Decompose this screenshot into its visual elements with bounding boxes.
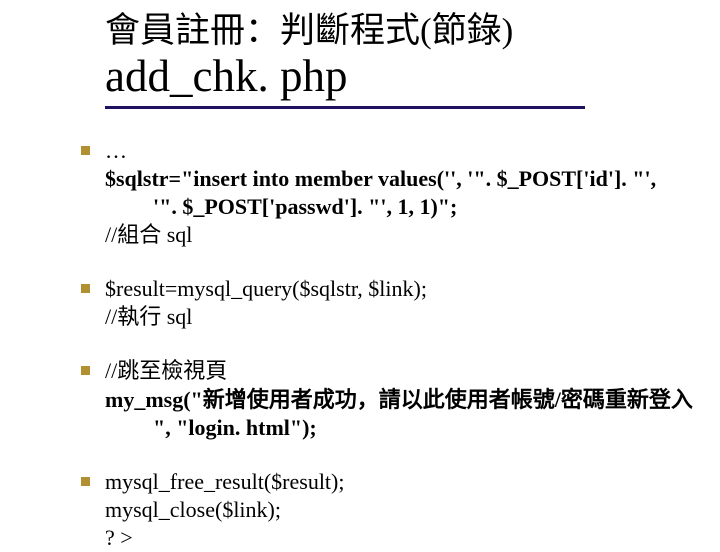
- block-mymsg: //跳至檢視頁 my_msg("新增使用者成功，請以此使用者帳號/密碼重新登入 …: [105, 357, 720, 441]
- title-line1: 會員註冊：判斷程式(節錄): [105, 10, 720, 52]
- block-cleanup: mysql_free_result($result); mysql_close(…: [105, 468, 720, 552]
- slide: 會員註冊：判斷程式(節錄) add_chk. php … $sqlstr="in…: [0, 0, 720, 540]
- sql-assign-line2: '". $_POST['passwd']. "', 1, 1)";: [105, 193, 720, 221]
- ellipsis: …: [105, 137, 127, 165]
- jump-comment: //跳至檢視頁: [105, 357, 227, 385]
- mymsg-line2: ", "login. html");: [105, 414, 720, 442]
- bullet-icon: [81, 366, 90, 375]
- bullet-icon: [81, 477, 90, 486]
- block-sql: … $sqlstr="insert into member values('',…: [105, 137, 720, 250]
- php-end-tag: ? >: [105, 524, 720, 552]
- result-comment: //執行 sql: [105, 303, 720, 331]
- bullet-icon: [81, 146, 90, 155]
- title-block: 會員註冊：判斷程式(節錄) add_chk. php: [105, 0, 720, 109]
- sql-assign-line1: $sqlstr="insert into member values('', '…: [105, 165, 720, 193]
- bullet-icon: [81, 284, 90, 293]
- sql-comment: //組合 sql: [105, 221, 720, 249]
- result-line: $result=mysql_query($sqlstr, $link);: [105, 275, 427, 303]
- title-line2: add_chk. php: [105, 52, 720, 102]
- block-result: $result=mysql_query($sqlstr, $link); //執…: [105, 275, 720, 331]
- mymsg-line1: my_msg("新增使用者成功，請以此使用者帳號/密碼重新登入: [105, 386, 720, 414]
- body-text: … $sqlstr="insert into member values('',…: [105, 109, 720, 552]
- close-line: mysql_close($link);: [105, 496, 720, 524]
- free-line: mysql_free_result($result);: [105, 468, 345, 496]
